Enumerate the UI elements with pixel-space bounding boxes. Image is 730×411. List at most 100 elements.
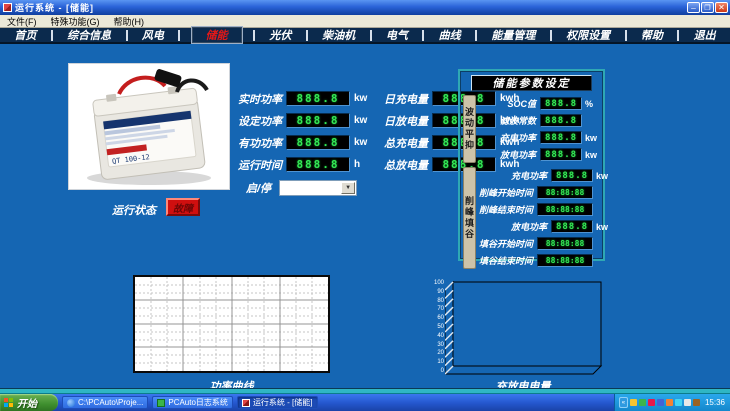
param-unit: kw — [596, 171, 611, 181]
tick-label: 50 — [428, 324, 444, 330]
tray-icon[interactable] — [693, 399, 700, 406]
nav-separator — [422, 30, 424, 41]
panel-title: 储能参数设定 — [471, 75, 592, 91]
param-label: 填谷结束时间 — [479, 254, 533, 267]
metric-row: 实时功率 888.8 kw — [234, 91, 367, 106]
chevron-down-icon — [341, 182, 355, 194]
taskbar-clock[interactable]: 15:36 — [705, 398, 725, 407]
param-row: 填谷开始时间 88:88:88 — [479, 235, 611, 252]
metric-row: 设定功率 888.8 kw — [234, 113, 367, 128]
param-label: 充电功率 — [479, 131, 536, 144]
led-display: 888.8 — [286, 157, 350, 172]
nav-pv[interactable]: 光伏 — [265, 27, 295, 43]
start-label: 开始 — [17, 395, 37, 410]
taskbar-item-run-system-active[interactable]: 运行系统 - [储能] — [237, 396, 318, 409]
led-time-display: 88:88:88 — [537, 186, 593, 199]
taskbar-item-explorer[interactable]: C:\PCAuto\Proje... — [62, 396, 148, 409]
metric-row: 运行时间 888.8 h — [234, 157, 367, 172]
nav-energy-mgmt[interactable]: 能量管理 — [487, 27, 539, 43]
run-status-label: 运行状态 — [112, 202, 156, 218]
metric-row: 有功功率 888.8 kw — [234, 135, 367, 150]
tray-icon[interactable] — [630, 399, 637, 406]
nav-separator — [253, 30, 255, 41]
param-label: 放电功率 — [479, 148, 536, 161]
browser-icon — [67, 399, 75, 407]
start-stop-label: 启/停 — [246, 180, 271, 196]
taskbar-item-label: 运行系统 - [储能] — [253, 397, 313, 408]
start-stop-control: 启/停 — [246, 180, 357, 196]
nav-help[interactable]: 帮助 — [637, 27, 667, 43]
tray-icon[interactable] — [675, 399, 682, 406]
energy-chart: 100 90 80 70 60 50 40 30 20 10 0 — [428, 280, 618, 380]
param-label: SOC值 — [479, 97, 536, 110]
nav-overview[interactable]: 综合信息 — [63, 27, 115, 43]
tray-icon[interactable] — [648, 399, 655, 406]
tick-label: 0 — [428, 368, 444, 374]
tray-icon[interactable] — [639, 399, 646, 406]
taskbar: 开始 C:\PCAuto\Proje... PCAuto日志系统 运行系统 - … — [0, 394, 730, 411]
log-app-icon — [157, 399, 165, 407]
nav-separator — [306, 30, 308, 41]
window-title: 运行系统 - [储能] — [15, 1, 94, 14]
led-display: 888.8 — [540, 148, 582, 161]
start-button[interactable]: 开始 — [0, 394, 58, 411]
menu-help[interactable]: 帮助(H) — [107, 15, 152, 28]
nav-home[interactable]: 首页 — [10, 27, 40, 43]
metric-label: 总充电量 — [380, 135, 428, 151]
led-display: 888.8 — [551, 169, 593, 182]
taskbar-item-log-system[interactable]: PCAuto日志系统 — [152, 396, 233, 409]
param-row: 放电功率 888.8 kw — [479, 218, 611, 235]
metric-unit: kw — [354, 93, 367, 104]
metric-label: 总放电量 — [380, 157, 428, 173]
param-row: 充电功率 888.8 kw — [479, 167, 611, 184]
nav-curves[interactable]: 曲线 — [435, 27, 465, 43]
title-bar: 运行系统 - [储能] — [0, 0, 730, 15]
metric-label: 日放电量 — [380, 113, 428, 129]
param-label: 放电功率 — [479, 220, 547, 233]
nav-separator — [178, 30, 180, 41]
section-tab: 波动平抑 — [463, 95, 476, 163]
nav-exit[interactable]: 退出 — [690, 27, 720, 43]
tray-icon[interactable] — [666, 399, 673, 406]
tick-label: 100 — [428, 280, 444, 286]
tray-collapse-icon[interactable] — [619, 397, 628, 408]
nav-separator — [550, 30, 552, 41]
section-wave-smoothing: 波动平抑 SOC值 888.8 % 滤波常数 888.8 充电功率 888.8 — [463, 95, 600, 163]
param-row: 填谷结束时间 88:88:88 — [479, 252, 611, 269]
y-axis-ticks: 100 90 80 70 60 50 40 30 20 10 0 — [428, 280, 444, 374]
led-display: 888.8 — [286, 135, 350, 150]
power-metrics: 实时功率 888.8 kw 设定功率 888.8 kw 有功功率 888.8 k… — [234, 91, 367, 172]
menu-file[interactable]: 文件(F) — [0, 15, 44, 28]
desktop: 运行系统 - [储能] 文件(F) 特殊功能(G) 帮助(H) 首页 综合信息 … — [0, 0, 730, 411]
nav-electrical[interactable]: 电气 — [382, 27, 412, 43]
tick-label: 70 — [428, 306, 444, 312]
tick-label: 30 — [428, 342, 444, 348]
led-display: 888.8 — [551, 220, 593, 233]
battery-photo: QT 100-12 — [68, 63, 230, 190]
param-label: 削峰结束时间 — [479, 203, 533, 216]
led-display: 888.8 — [540, 114, 582, 127]
tick-label: 80 — [428, 298, 444, 304]
param-label: 充电功率 — [479, 169, 547, 182]
menu-special-functions[interactable]: 特殊功能(G) — [44, 15, 107, 28]
param-label: 填谷开始时间 — [479, 237, 533, 250]
tray-icon[interactable] — [684, 399, 691, 406]
power-curve-chart — [133, 275, 330, 373]
tray-icon[interactable] — [657, 399, 664, 406]
nav-storage-active[interactable]: 储能 — [191, 26, 243, 44]
tick-label: 40 — [428, 333, 444, 339]
maximize-button[interactable] — [701, 2, 714, 13]
minimize-button[interactable] — [687, 2, 700, 13]
nav-wind[interactable]: 风电 — [138, 27, 168, 43]
close-button[interactable] — [715, 2, 728, 13]
nav-permissions[interactable]: 权限设置 — [562, 27, 614, 43]
start-stop-dropdown[interactable] — [279, 180, 357, 196]
nav-diesel[interactable]: 柴油机 — [318, 27, 359, 43]
taskbar-item-label: C:\PCAuto\Proje... — [78, 398, 143, 407]
param-row: 放电功率 888.8 kw — [479, 146, 600, 163]
metric-label: 设定功率 — [234, 113, 282, 129]
metric-label: 日充电量 — [380, 91, 428, 107]
led-display: 888.8 — [540, 131, 582, 144]
led-display: 888.8 — [540, 97, 582, 110]
param-row: SOC值 888.8 % — [479, 95, 600, 112]
